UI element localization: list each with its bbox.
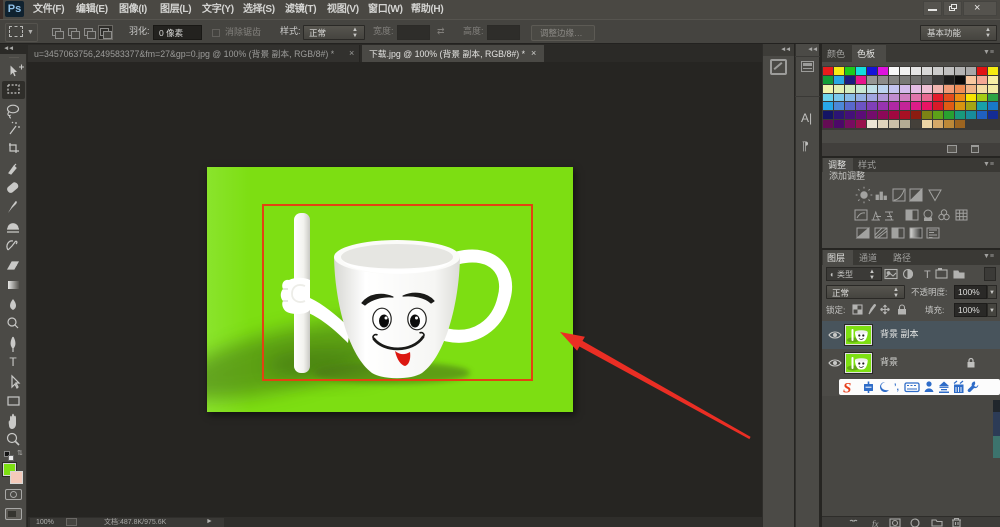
svg-text:’,: ’, [894,382,899,392]
svg-text:S: S [843,381,851,396]
svg-text:T: T [9,355,17,369]
svg-text:T: T [924,269,931,281]
svg-text:fx: fx [872,519,879,527]
